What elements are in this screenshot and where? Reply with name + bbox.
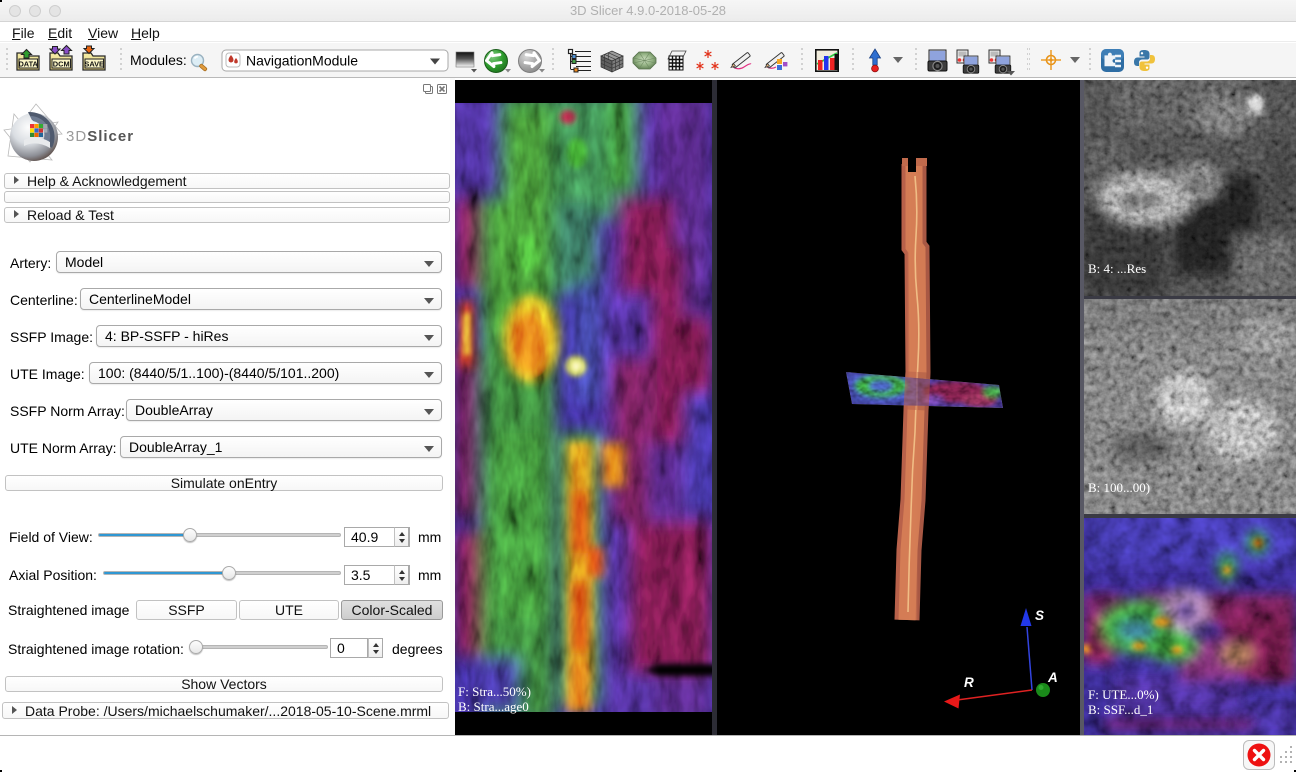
svg-text:R: R	[964, 675, 974, 690]
svg-text:3DSlicer: 3DSlicer	[66, 128, 134, 145]
svg-text:DCM: DCM	[53, 60, 70, 69]
svg-text:Modules:: Modules:	[130, 52, 187, 68]
svg-text:F: UTE...0%): F: UTE...0%)	[1088, 687, 1159, 702]
svg-text:B: 4: ...Res: B: 4: ...Res	[1088, 261, 1146, 276]
svg-text:NavigationModule: NavigationModule	[246, 53, 358, 69]
svg-text:DATA: DATA	[18, 60, 38, 69]
svg-text:A: A	[1047, 670, 1058, 685]
svg-text:B: 100...00): B: 100...00)	[1088, 480, 1150, 495]
svg-text:SAVE: SAVE	[84, 60, 104, 69]
svg-text:B: SSF...d_1: B: SSF...d_1	[1088, 702, 1153, 717]
svg-text:S: S	[1035, 608, 1044, 623]
